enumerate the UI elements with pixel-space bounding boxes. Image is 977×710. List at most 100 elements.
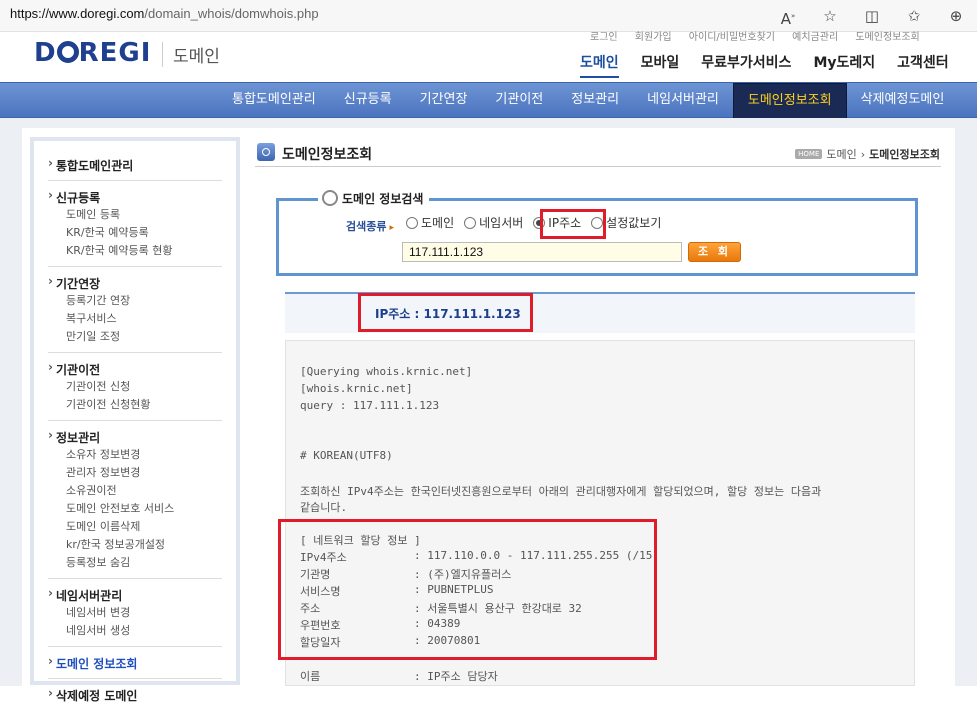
main-nav-mobile[interactable]: 모바일 [641,52,680,78]
subnav-renewal[interactable]: 기간연장 [406,83,482,119]
radio-label: 도메인 [421,216,455,230]
sidebar-item-expiring[interactable]: 삭제예정 도메인 [48,686,222,704]
whois-line: [Querying whois.krnic.net] [300,365,473,378]
arrow-right-icon: ▸ [389,223,395,233]
sidebar-item-nameserver[interactable]: 네임서버관리 [48,586,222,604]
util-find-account[interactable]: 아이디/비밀번호찾기 [689,32,775,43]
sidebar-sub-item[interactable]: 소유권이전 [48,482,222,500]
sidebar-group: 정보관리 소유자 정보변경 관리자 정보변경 소유권이전 도메인 안전보호 서비… [48,421,222,579]
subnav-domain-info[interactable]: 도메인정보조회 [732,83,847,119]
sidebar-sub-item[interactable]: 등록정보 숨김 [48,554,222,572]
logo-text-regi: REGI [78,38,152,68]
sidebar-sub-item[interactable]: 도메인 안전보호 서비스 [48,500,222,518]
search-type-radios: 도메인 네임서버 IP주소 설정값보기 [406,214,661,231]
sidebar-sub-item[interactable]: KR/한국 예약등록 [48,224,222,242]
whois-line: 같습니다. [300,501,348,514]
highlight-box-network [278,519,657,660]
subnav-expiring[interactable]: 삭제예정도메인 [847,83,959,119]
main-nav: 도메인 모바일 무료부가서비스 My도레지 고객센터 [580,52,949,78]
main-nav-my-doregi[interactable]: My도레지 [813,52,875,78]
split-screen-icon[interactable]: ◫ [861,5,883,27]
network-row: 이름 : IP주소 담당자 [300,668,498,684]
radio-circle-icon[interactable] [406,216,418,229]
logo-subtitle: 도메인 [162,42,220,67]
favorites-icon[interactable]: ✩ [903,5,925,27]
sidebar-group: 네임서버관리 네임서버 변경 네임서버 생성 [48,579,222,647]
breadcrumb-separator-icon: › [860,147,866,161]
sidebar-sub-item[interactable]: 관리자 정보변경 [48,464,222,482]
url-host: https://www.doregi.com [10,6,145,21]
radio-nameserver[interactable]: 네임서버 [464,214,523,231]
sidebar-group: 삭제예정 도메인 [48,679,222,710]
sidebar: 통합도메인관리 신규등록 도메인 등록 KR/한국 예약등록 KR/한국 예약등… [30,137,240,703]
whois-line: # KOREAN(UTF8) [300,449,393,462]
util-login[interactable]: 로그인 [590,32,618,43]
sidebar-sub-item[interactable]: 기관이전 신청현황 [48,396,222,414]
main-nav-free-services[interactable]: 무료부가서비스 [701,52,791,78]
sidebar-sub-item[interactable]: 네임서버 생성 [48,622,222,640]
sidebar-item-info-management[interactable]: 정보관리 [48,428,222,446]
main-nav-domain[interactable]: 도메인 [580,52,619,78]
highlight-box-radio [540,209,606,239]
sidebar-sub-item[interactable]: 도메인 이름삭제 [48,518,222,536]
sidebar-group: 기관이전 기관이전 신청 기관이전 신청현황 [48,353,222,421]
breadcrumb-current: 도메인정보조회 [869,148,940,161]
main-nav-support[interactable]: 고객센터 [897,52,949,78]
logo-text-d: D [34,38,57,68]
radio-label: 네임서버 [479,216,524,230]
network-key: 이름 [300,670,321,683]
sidebar-group: 기간연장 등록기간 연장 복구서비스 만기일 조정 [48,267,222,353]
page-title: 도메인정보조회 [282,147,373,163]
read-aloud-icon[interactable]: A» [777,5,799,28]
sidebar-sub-item[interactable]: kr/한국 정보공개설정 [48,536,222,554]
sidebar-item-transfer[interactable]: 기관이전 [48,360,222,378]
sidebar-item-renewal[interactable]: 기간연장 [48,274,222,292]
subnav-transfer[interactable]: 기관이전 [481,83,557,119]
sidebar-sub-item[interactable]: KR/한국 예약등록 현황 [48,242,222,260]
whois-line: 조회하신 IPv4주소는 한국인터넷진흥원으로부터 아래의 관리대행자에게 할당… [300,485,822,498]
util-deposit[interactable]: 예치금관리 [792,32,838,43]
network-value: : IP주소 담당자 [414,670,498,683]
sidebar-item-integrated[interactable]: 통합도메인관리 [48,156,222,174]
radio-circle-icon[interactable] [464,216,477,229]
whois-line: query : 117.111.1.123 [300,399,440,412]
breadcrumb: HOME 도메인 › 도메인정보조회 [795,146,940,162]
sidebar-sub-item[interactable]: 기관이전 신청 [48,378,222,396]
whois-line: [whois.krnic.net] [300,382,413,395]
search-button[interactable]: 조 회 [688,242,741,262]
title-divider [255,166,941,167]
util-domain-info[interactable]: 도메인정보조회 [855,32,919,43]
address-bar[interactable]: https://www.doregi.com/domain_whois/domw… [10,6,319,21]
subnav-info-management[interactable]: 정보관리 [557,83,633,119]
search-type-text: 검색종류 [346,220,387,233]
sidebar-item-new-registration[interactable]: 신규등록 [48,188,222,206]
search-type-label: 검색종류 ▸ [346,218,394,234]
collections-icon[interactable]: ⊕ [945,5,967,27]
sidebar-sub-item[interactable]: 등록기간 연장 [48,292,222,310]
sidebar-group: 도메인 정보조회 [48,647,222,679]
page-title-icon [257,143,275,161]
sidebar-sub-item[interactable]: 소유자 정보변경 [48,446,222,464]
site-header: D REGI 도메인 로그인 회원가입 아이디/비밀번호찾기 예치금관리 도메인정… [0,32,977,82]
sidebar-sub-item[interactable]: 복구서비스 [48,310,222,328]
sidebar-group: 통합도메인관리 [48,141,222,181]
sidebar-item-domain-info[interactable]: 도메인 정보조회 [48,654,222,672]
doregi-logo[interactable]: D REGI [34,38,151,68]
logo-o-ring [56,41,79,63]
home-badge-icon[interactable]: HOME [795,149,823,159]
breadcrumb-parent[interactable]: 도메인 [826,146,856,162]
sidebar-sub-item[interactable]: 도메인 등록 [48,206,222,224]
radio-domain[interactable]: 도메인 [406,214,454,231]
url-path: /domain_whois/domwhois.php [144,6,319,21]
favorite-star-icon[interactable]: ☆ [819,5,841,27]
subnav-nameserver[interactable]: 네임서버관리 [633,83,733,119]
util-links: 로그인 회원가입 아이디/비밀번호찾기 예치금관리 도메인정보조회 [590,28,934,43]
sidebar-group: 신규등록 도메인 등록 KR/한국 예약등록 KR/한국 예약등록 현황 [48,181,222,267]
search-input[interactable] [402,242,682,262]
radio-label: 설정값보기 [606,216,662,230]
subnav-new-registration[interactable]: 신규등록 [330,83,406,119]
subnav-integrated[interactable]: 통합도메인관리 [218,83,330,119]
sidebar-sub-item[interactable]: 만기일 조정 [48,328,222,346]
sidebar-sub-item[interactable]: 네임서버 변경 [48,604,222,622]
util-signup[interactable]: 회원가입 [635,32,672,43]
